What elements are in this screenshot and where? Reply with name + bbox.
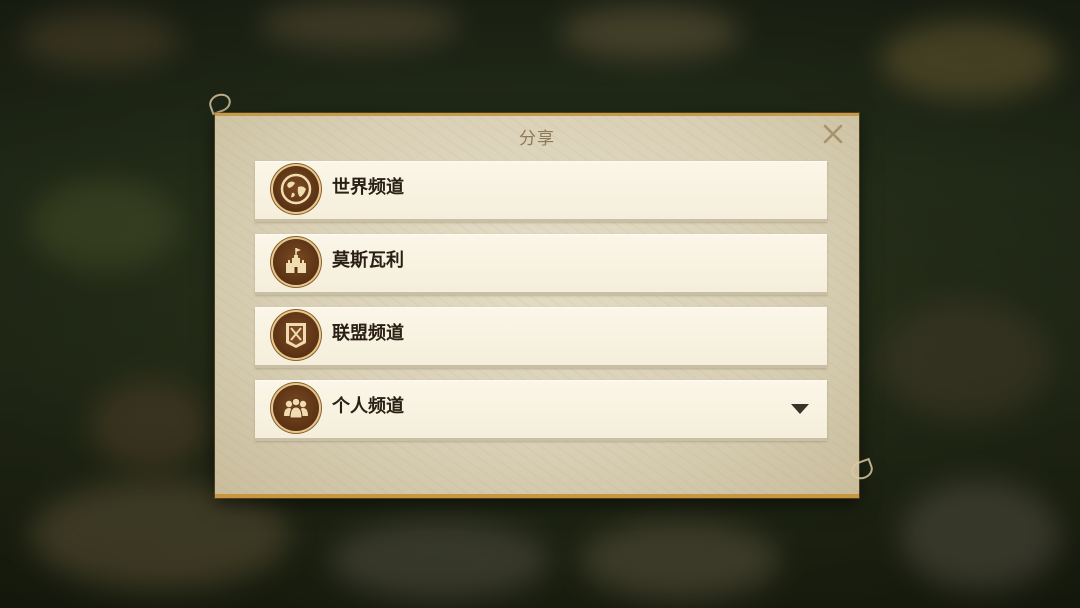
people-icon — [273, 385, 319, 431]
alliance-banner-icon — [273, 312, 319, 358]
kingdom-channel-button[interactable]: 莫斯瓦利 — [255, 234, 827, 295]
triangle-down-icon[interactable] — [791, 404, 809, 414]
alliance-channel-label: 联盟频道 — [332, 323, 404, 344]
castle-icon — [273, 239, 319, 285]
globe-icon — [273, 166, 319, 212]
personal-channel-dropdown[interactable]: 个人频道 — [255, 380, 827, 441]
world-channel-button[interactable]: 世界频道 — [255, 161, 827, 222]
game-background: 分享 世界频道 莫斯瓦利 联盟频道 个人频道 — [0, 0, 1080, 608]
alliance-channel-button[interactable]: 联盟频道 — [255, 307, 827, 368]
close-icon[interactable] — [821, 122, 845, 146]
personal-channel-label: 个人频道 — [332, 396, 404, 417]
dialog-title: 分享 — [519, 129, 555, 149]
kingdom-channel-label: 莫斯瓦利 — [332, 250, 404, 271]
share-dialog: 分享 世界频道 莫斯瓦利 联盟频道 个人频道 — [215, 113, 859, 498]
world-channel-label: 世界频道 — [332, 177, 404, 198]
